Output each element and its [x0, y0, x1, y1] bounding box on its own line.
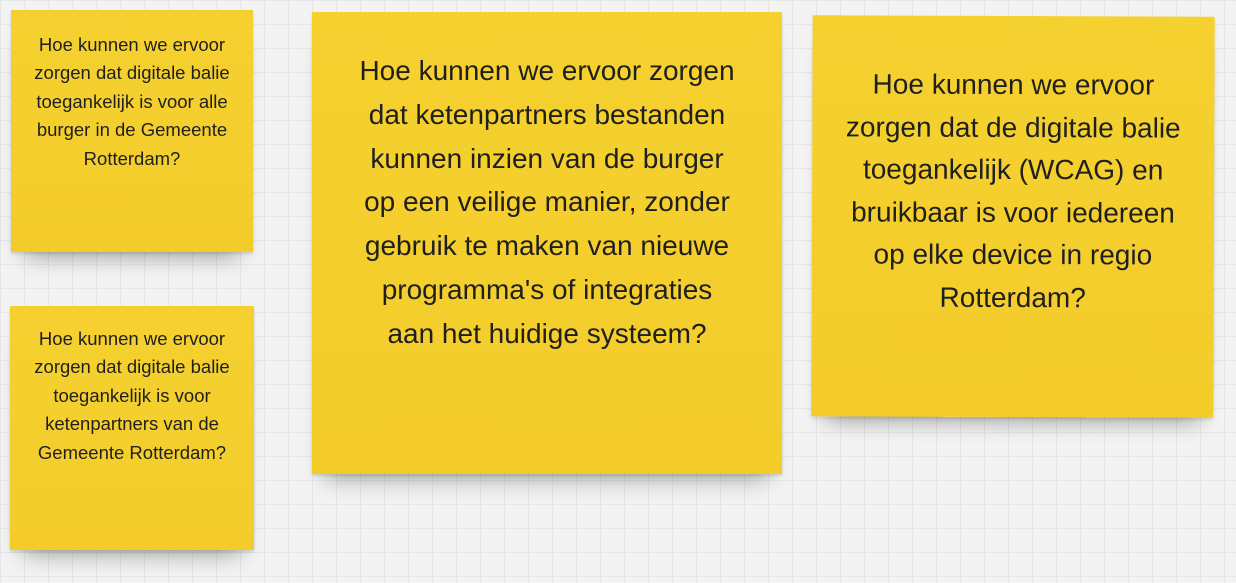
- sticky-note[interactable]: Hoe kunnen we ervoor zorgen dat digitale…: [10, 306, 254, 550]
- sticky-note-text: Hoe kunnen we ervoor zorgen dat ketenpar…: [359, 55, 735, 349]
- sticky-note[interactable]: Hoe kunnen we ervoor zorgen dat de digit…: [811, 15, 1215, 418]
- sticky-note-text: Hoe kunnen we ervoor zorgen dat de digit…: [845, 68, 1181, 313]
- sticky-note[interactable]: Hoe kunnen we ervoor zorgen dat digitale…: [11, 10, 253, 252]
- sticky-note-text: Hoe kunnen we ervoor zorgen dat digitale…: [34, 328, 230, 463]
- sticky-note[interactable]: Hoe kunnen we ervoor zorgen dat ketenpar…: [312, 12, 782, 474]
- sticky-note-text: Hoe kunnen we ervoor zorgen dat digitale…: [34, 34, 230, 169]
